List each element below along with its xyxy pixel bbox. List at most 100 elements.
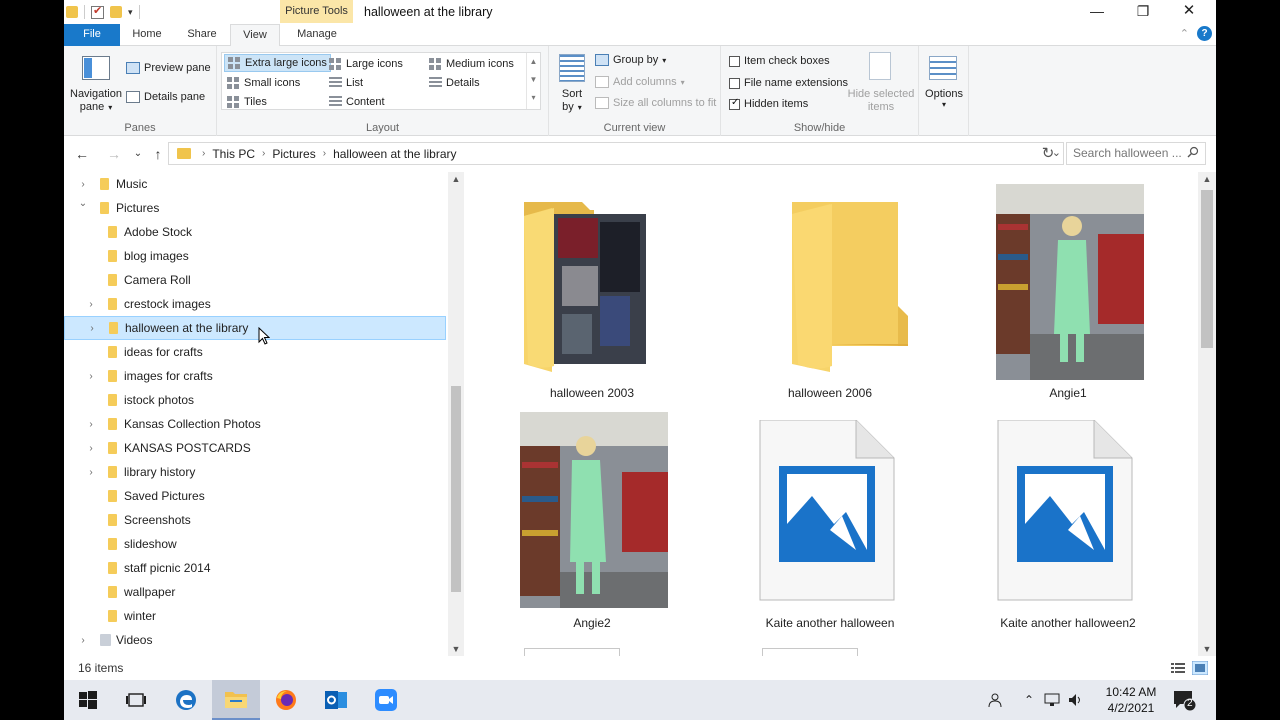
chevron-right-icon[interactable]: › [78,179,88,190]
collapse-ribbon-icon[interactable]: ⌃ [1180,27,1189,40]
chevron-right-icon[interactable]: › [86,443,96,454]
file-item[interactable]: Kaite another halloween [730,419,930,634]
sort-by-button[interactable]: Sort [559,88,585,100]
address-bar[interactable]: › This PC › Pictures › halloween at the … [168,142,1064,165]
people-icon[interactable] [988,692,1004,708]
tab-view[interactable]: View [230,24,280,47]
navigation-pane-button-label[interactable]: pane ▾ [70,101,122,113]
hide-selected-items-button-label[interactable]: items [846,101,916,113]
clock[interactable]: 10:42 AM 4/2/2021 [1102,684,1160,716]
hide-selected-items-button[interactable]: Hide selected [846,88,916,100]
tree-item[interactable]: › KANSAS POSTCARDS [64,436,446,460]
file-name-extensions-toggle[interactable]: File name extensions [729,77,848,89]
tree-item[interactable]: Saved Pictures [64,484,446,508]
file-item-partial[interactable] [524,648,620,656]
details-option[interactable]: Details [426,74,483,92]
forward-button[interactable]: → [104,144,124,164]
tree-item[interactable]: › Kansas Collection Photos [64,412,446,436]
item-check-boxes-toggle[interactable]: Item check boxes [729,55,830,67]
scroll-down-arrow[interactable]: ▼ [448,644,464,654]
start-button[interactable] [64,680,112,720]
breadcrumb-this-pc[interactable]: This PC [208,147,259,161]
extra-large-icons-option[interactable]: Extra large icons [224,54,331,72]
large-icons-option[interactable]: Large icons [326,55,406,73]
up-button[interactable]: ↑ [148,144,168,164]
back-button[interactable]: ← [72,144,92,164]
minimize-button[interactable]: — [1074,0,1120,24]
details-pane-button[interactable]: Details pane [126,91,205,103]
scroll-thumb[interactable] [451,386,461,592]
hidden-items-checkbox[interactable] [729,97,740,110]
navigation-pane-scrollbar[interactable]: ▲ ▼ [448,172,464,656]
volume-icon[interactable] [1068,693,1084,707]
tree-item[interactable]: › crestock images [64,292,446,316]
breadcrumb-pictures[interactable]: Pictures [268,147,319,161]
tree-item[interactable]: winter [64,604,446,628]
tree-item[interactable]: › halloween at the library [64,316,446,340]
chevron-right-icon[interactable]: › [78,635,88,646]
tree-item[interactable]: Screenshots [64,508,446,532]
close-button[interactable]: ✕ [1166,0,1212,24]
tab-file[interactable]: File [64,24,120,46]
edge-button[interactable] [162,680,210,720]
chevron-right-icon[interactable]: › [87,323,97,334]
tree-item[interactable]: staff picnic 2014 [64,556,446,580]
list-option[interactable]: List [326,74,366,92]
chevron-right-icon[interactable]: › [86,371,96,382]
file-item[interactable]: Angie1 [968,184,1168,406]
new-folder-icon[interactable] [110,6,122,18]
small-icons-option[interactable]: Small icons [224,74,303,92]
chevron-right-icon[interactable]: › [320,148,329,159]
file-item[interactable]: halloween 2006 [730,196,930,406]
outlook-button[interactable] [312,680,360,720]
options-icon[interactable] [929,56,957,80]
medium-icons-option[interactable]: Medium icons [426,55,517,73]
network-icon[interactable] [1044,693,1060,707]
tab-home[interactable]: Home [124,24,170,46]
refresh-button[interactable]: ↻ [1038,144,1058,164]
search-input[interactable]: Search halloween ... [1066,142,1206,165]
scroll-up-arrow[interactable]: ▲ [448,174,464,184]
tree-item[interactable]: wallpaper [64,580,446,604]
file-list-scrollbar[interactable]: ▲ ▼ [1198,172,1216,656]
scroll-thumb[interactable] [1201,190,1213,348]
details-view-icon[interactable] [1170,661,1186,675]
tree-item[interactable]: Adobe Stock [64,220,446,244]
chevron-right-icon[interactable]: › [86,299,96,310]
group-by-button[interactable]: Group by ▾ [595,54,666,66]
maximize-button[interactable]: ❐ [1120,0,1166,24]
help-icon[interactable]: ? [1197,26,1212,41]
navigation-pane-button[interactable]: Navigation [70,88,122,100]
add-columns-button[interactable]: Add columns ▾ [595,76,685,88]
scroll-down-arrow[interactable]: ▼ [1198,644,1216,654]
tree-item[interactable]: istock photos [64,388,446,412]
firefox-button[interactable] [262,680,310,720]
customize-toolbar-icon[interactable]: ▾ [128,7,133,18]
breadcrumb-current-folder[interactable]: halloween at the library [329,147,460,161]
item-check-boxes-checkbox[interactable] [729,55,740,67]
tree-item[interactable]: › Music [64,172,446,196]
task-view-button[interactable] [112,680,160,720]
large-icons-view-icon[interactable] [1192,661,1208,675]
layout-gallery-scroll[interactable]: ▲ ▼ ▾ [526,53,540,109]
tree-item[interactable]: blog images [64,244,446,268]
tree-item[interactable]: › library history [64,460,446,484]
tree-item[interactable]: › images for crafts [64,364,446,388]
chevron-right-icon[interactable]: › [86,467,96,478]
sort-by-icon[interactable] [559,54,585,82]
search-icon[interactable] [1187,146,1199,158]
chevron-right-icon[interactable]: › [259,148,268,159]
tree-item[interactable]: Camera Roll [64,268,446,292]
chevron-up-icon[interactable]: ⌃ [1024,693,1034,707]
chevron-right-icon[interactable]: › [86,419,96,430]
file-name-extensions-checkbox[interactable] [729,77,740,89]
tree-item[interactable]: ⌄ Pictures [64,196,446,220]
tab-manage[interactable]: Manage [288,24,346,46]
content-option[interactable]: Content [326,93,388,111]
file-item[interactable]: Kaite another halloween2 [968,419,1168,634]
tab-share[interactable]: Share [178,24,226,46]
options-button[interactable]: Options [921,88,967,100]
action-center-button[interactable]: 2 [1172,688,1197,712]
recent-locations-button[interactable]: ⌄ [128,144,148,164]
preview-pane-button[interactable]: Preview pane [126,62,211,74]
